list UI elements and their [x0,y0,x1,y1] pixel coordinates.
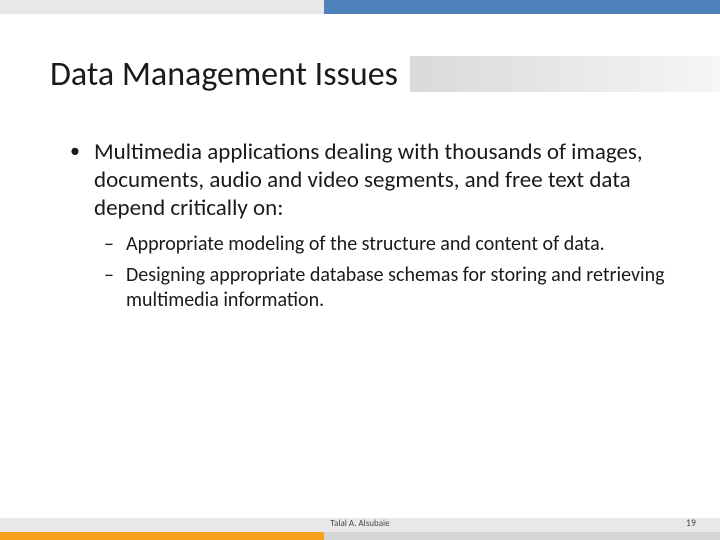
bullet-level2-text: Designing appropriate database schemas f… [126,263,668,313]
footer-accent-bar [0,532,720,540]
title-tail-gradient [410,56,720,92]
bullet-level2-group: – Appropriate modeling of the structure … [104,232,668,312]
footer-page-number: 19 [686,516,696,529]
slide-body: • Multimedia applications dealing with t… [70,138,668,319]
slide-title: Data Management Issues [44,54,404,95]
title-left-pad [0,50,44,98]
bullet-level1-text: Multimedia applications dealing with tho… [94,138,668,222]
bullet-level2: – Designing appropriate database schemas… [104,263,668,313]
bullet-dash-icon: – [104,232,126,257]
bullet-level2-text: Appropriate modeling of the structure an… [126,232,668,257]
bullet-level1: • Multimedia applications dealing with t… [70,138,668,222]
bullet-dot-icon: • [70,138,94,222]
top-accent-bar-right [324,0,720,14]
footer-author: Talal A. Alsubaie [0,518,720,529]
title-row: Data Management Issues [0,50,720,98]
bullet-level2: – Appropriate modeling of the structure … [104,232,668,257]
bullet-dash-icon: – [104,263,126,313]
slide: Data Management Issues • Multimedia appl… [0,0,720,540]
